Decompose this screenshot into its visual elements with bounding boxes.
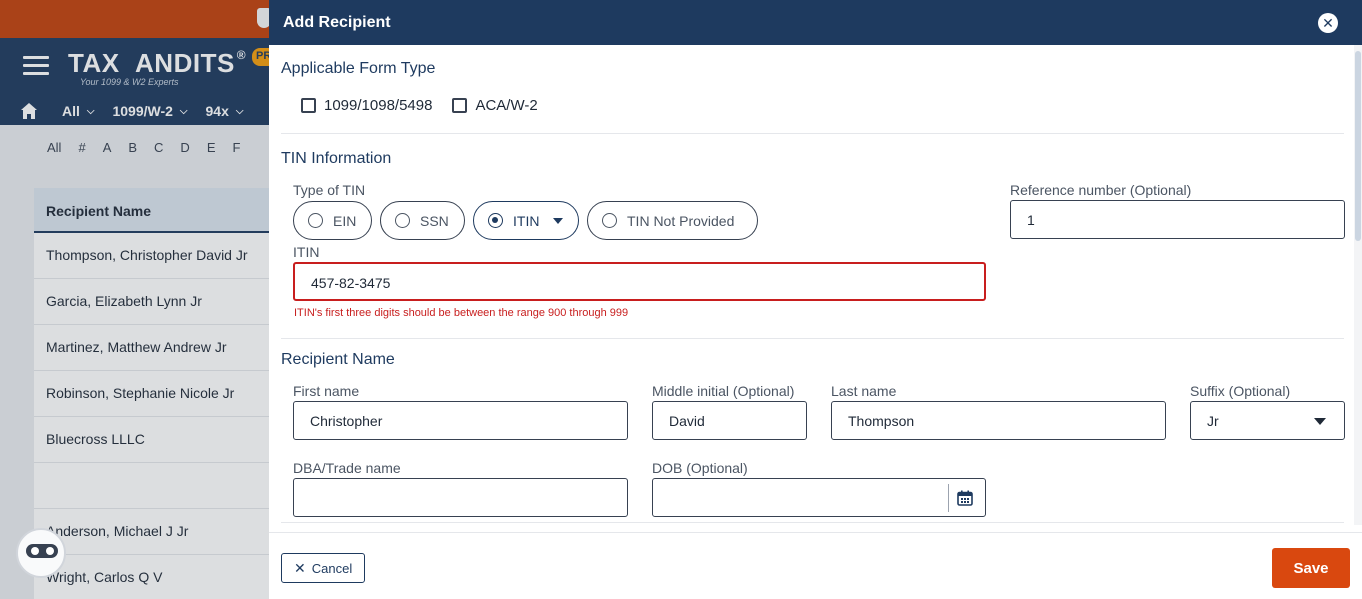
calendar-icon[interactable]	[957, 490, 973, 506]
checkbox-label: 1099/1098/5498	[324, 97, 433, 114]
cancel-button[interactable]: ✕ Cancel	[281, 553, 366, 583]
last-name-input[interactable]: Thompson	[831, 401, 1166, 440]
checkbox-aca-w2[interactable]: ACA/W-2	[452, 97, 538, 114]
form-type-section-title: Applicable Form Type	[281, 60, 436, 77]
recipient-name-section-title: Recipient Name	[281, 351, 395, 368]
first-name-label: First name	[293, 383, 360, 399]
radio-selected-icon[interactable]	[488, 213, 503, 228]
middle-initial-label: Middle initial (Optional)	[652, 383, 795, 399]
caret-down-icon[interactable]	[1314, 418, 1326, 425]
modal-footer: ✕ Cancel Save	[269, 532, 1362, 599]
reference-number-input[interactable]: 1	[1010, 200, 1345, 239]
middle-initial-input[interactable]: David	[652, 401, 807, 440]
first-name-input[interactable]: Christopher	[293, 401, 628, 440]
dob-label: DOB (Optional)	[652, 460, 748, 476]
form-type-options: 1099/1098/5498 ACA/W-2	[301, 97, 558, 114]
tin-option-not-provided[interactable]: TIN Not Provided	[587, 201, 758, 240]
checkbox-label: ACA/W-2	[475, 97, 538, 114]
suffix-label: Suffix (Optional)	[1190, 383, 1291, 399]
scrollbar-thumb[interactable]	[1355, 51, 1361, 241]
itin-label: ITIN	[293, 244, 320, 260]
divider	[281, 522, 1344, 523]
tin-section-title: TIN Information	[281, 150, 392, 167]
save-button[interactable]: Save	[1272, 548, 1350, 588]
tin-option-itin[interactable]: ITIN	[473, 201, 579, 240]
dob-input[interactable]	[652, 478, 986, 517]
checkbox-1099-1098-5498[interactable]: 1099/1098/5498	[301, 97, 432, 114]
last-name-label: Last name	[831, 383, 897, 399]
itin-error-message: ITIN's first three digits should be betw…	[294, 307, 629, 319]
checkbox-icon[interactable]	[301, 98, 316, 113]
modal-title: Add Recipient	[283, 13, 391, 31]
dba-label: DBA/Trade name	[293, 460, 401, 476]
modal-scrollbar[interactable]	[1354, 45, 1362, 525]
tin-type-label: Type of TIN	[293, 182, 366, 198]
modal-body: Applicable Form Type 1099/1098/5498 ACA/…	[269, 45, 1362, 525]
radio-icon[interactable]	[602, 213, 617, 228]
divider	[281, 338, 1344, 339]
caret-down-icon[interactable]	[553, 217, 564, 224]
tin-option-ssn[interactable]: SSN	[380, 201, 465, 240]
itin-input[interactable]: 457-82-3475	[293, 262, 986, 301]
dob-separator	[948, 484, 949, 512]
suffix-select[interactable]: Jr	[1190, 401, 1345, 440]
reference-number-label: Reference number (Optional)	[1010, 182, 1192, 198]
checkbox-icon[interactable]	[452, 98, 468, 113]
suffix-selected-value: Jr	[1207, 413, 1219, 429]
radio-icon[interactable]	[395, 213, 410, 228]
dba-input[interactable]	[293, 478, 628, 517]
mascot-avatar-icon[interactable]	[16, 528, 66, 578]
tin-option-ein[interactable]: EIN	[293, 201, 372, 240]
close-icon: ✕	[294, 559, 306, 576]
radio-icon[interactable]	[308, 213, 323, 228]
add-recipient-modal: Add Recipient ✕ Applicable Form Type 109…	[269, 0, 1362, 599]
modal-header: Add Recipient ✕	[269, 0, 1362, 45]
cancel-button-label: Cancel	[311, 560, 353, 576]
divider	[281, 133, 1344, 134]
close-icon[interactable]: ✕	[1318, 12, 1338, 33]
